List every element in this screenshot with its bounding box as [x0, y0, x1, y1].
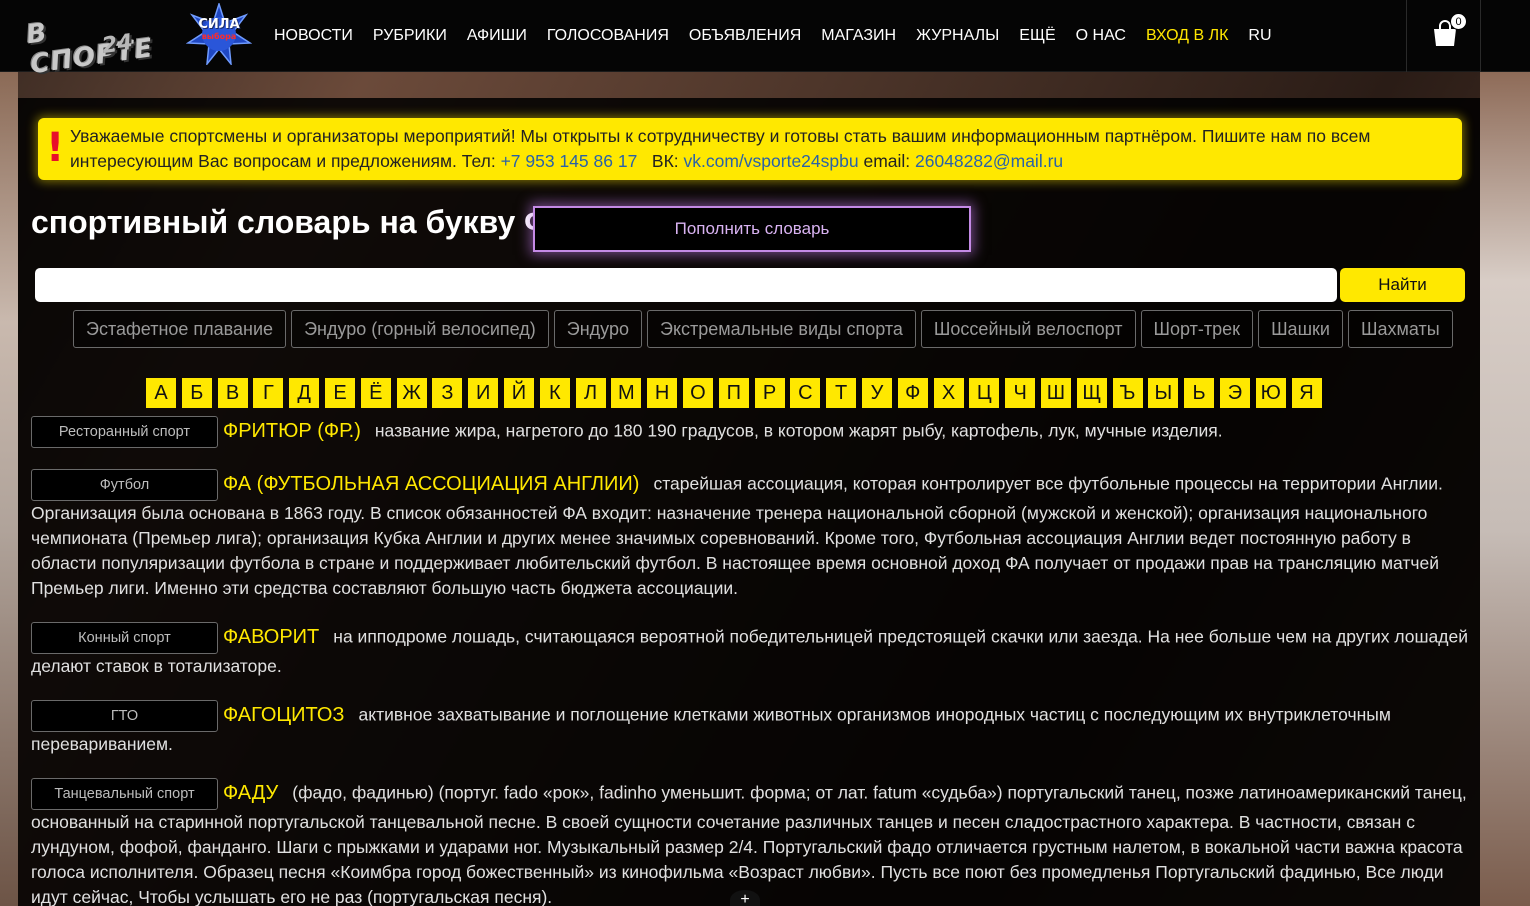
letter-button[interactable]: Я [1291, 378, 1322, 408]
letter-button[interactable]: Е [324, 378, 355, 408]
letter-button[interactable]: Р [754, 378, 785, 408]
add-to-dictionary-button[interactable]: Пополнить словарь [533, 206, 971, 252]
nav-item-magazines[interactable]: ЖУРНАЛЫ [916, 24, 999, 48]
background-right [1480, 72, 1530, 906]
tag-item[interactable]: Шорт-трек [1140, 310, 1254, 348]
cart-count-badge: 0 [1450, 13, 1467, 30]
category-button[interactable]: Ресторанный спорт [31, 416, 218, 448]
divider [1480, 0, 1481, 72]
letter-button[interactable]: О [682, 378, 713, 408]
letter-button[interactable]: Ь [1184, 378, 1215, 408]
letter-button[interactable]: А [146, 378, 176, 408]
letter-button[interactable]: Д [289, 378, 320, 408]
tag-item[interactable]: Эндуро (горный велосипед) [291, 310, 549, 348]
letter-button[interactable]: Щ [1076, 378, 1107, 408]
letter-button[interactable]: Т [826, 378, 857, 408]
tag-item[interactable]: Шашки [1258, 310, 1343, 348]
nav-item-votes[interactable]: ГОЛОСОВАНИЯ [547, 24, 669, 48]
tag-item[interactable]: Эндуро [553, 310, 642, 348]
search-input[interactable] [35, 268, 1337, 302]
sport-tags: Эстафетное плавание Эндуро (горный велос… [73, 310, 1458, 350]
letter-button[interactable]: С [790, 378, 821, 408]
exclamation-icon: ! [46, 125, 65, 171]
letter-button[interactable]: Ж [396, 378, 427, 408]
email-label: email: [858, 151, 915, 171]
letter-button[interactable]: Ц [969, 378, 1000, 408]
tag-item[interactable]: Шахматы [1347, 310, 1453, 348]
letter-button[interactable]: М [611, 378, 642, 408]
letter-button[interactable]: Н [647, 378, 678, 408]
category-button[interactable]: Танцевальный спорт [31, 778, 218, 810]
phone-link[interactable]: +7 953 145 86 17 [501, 151, 638, 171]
category-button[interactable]: ГТО [31, 700, 218, 732]
language-switch[interactable]: RU [1248, 24, 1271, 48]
dictionary-panel: ! Уважаемые спортсмены и организаторы ме… [18, 98, 1480, 906]
badge-title: СИЛА [198, 17, 240, 32]
dictionary-entry: Футбол ФА (ФУТБОЛЬНАЯ АССОЦИАЦИЯ АНГЛИИ) с… [31, 469, 1471, 601]
nav-item-about[interactable]: О НАС [1076, 24, 1126, 48]
letter-button[interactable]: Й [503, 378, 534, 408]
page-title: спортивный словарь на букву Ф [31, 204, 552, 240]
logo-number: 24 [100, 29, 135, 60]
partnership-notice: ! Уважаемые спортсмены и организаторы ме… [38, 118, 1462, 180]
letter-button[interactable]: Л [575, 378, 606, 408]
nav-item-shop[interactable]: МАГАЗИН [821, 24, 896, 48]
search-button[interactable]: Найти [1340, 268, 1465, 302]
divider [1406, 0, 1407, 72]
badge-subtitle: выбора [201, 32, 237, 41]
letter-button[interactable]: У [861, 378, 892, 408]
entry-term[interactable]: ФРИТЮР (ФР.) [223, 419, 361, 444]
letter-button[interactable]: Х [933, 378, 964, 408]
entry-term[interactable]: ФА (ФУТБОЛЬНАЯ АССОЦИАЦИЯ АНГЛИИ) [223, 472, 639, 497]
letter-button[interactable]: Ш [1040, 378, 1071, 408]
alphabet-filter: А Б В Г Д Е Ё Ж З И Й К Л М Н О П Р С Т … [146, 378, 1327, 408]
entry-term[interactable]: ФАДУ [223, 781, 278, 806]
letter-button[interactable]: В [217, 378, 248, 408]
nav-item-more[interactable]: ЕЩЁ [1019, 24, 1055, 48]
letter-button[interactable]: Э [1219, 378, 1250, 408]
sila-vybora-badge[interactable]: СИЛА выбора [186, 3, 252, 65]
letter-button[interactable]: П [718, 378, 749, 408]
dictionary-entry: Конный спорт ФАВОРИТ на ипподроме лошадь, … [31, 622, 1471, 679]
letter-button[interactable]: Ъ [1112, 378, 1143, 408]
vk-label: ВК: [637, 151, 684, 171]
tag-item[interactable]: Экстремальные виды спорта [647, 310, 916, 348]
nav-item-posters[interactable]: АФИШИ [467, 24, 527, 48]
letter-button[interactable]: Ё [360, 378, 391, 408]
email-link[interactable]: 26048282@mail.ru [915, 151, 1063, 171]
tag-item[interactable]: Эстафетное плавание [73, 310, 287, 348]
login-link[interactable]: ВХОД В ЛК [1146, 24, 1228, 48]
tag-item[interactable]: Шоссейный велоспорт [920, 310, 1136, 348]
nav-item-ads[interactable]: ОБЪЯВЛЕНИЯ [689, 24, 801, 48]
dictionary-entries: Ресторанный спорт ФРИТЮР (ФР.) название жи… [31, 416, 1471, 906]
entry-term[interactable]: ФАГОЦИТОЗ [223, 703, 345, 728]
entry-definition: название жира, нагретого до 180 190 град… [374, 420, 1223, 441]
nav-item-news[interactable]: НОВОСТИ [274, 24, 353, 48]
background-left [0, 72, 18, 906]
top-navigation-bar: В СПОРТЕ 24 СИЛА выбора НОВОСТИ РУБРИКИ … [0, 0, 1530, 80]
vk-link[interactable]: vk.com/vsporte24spbu [684, 151, 859, 171]
category-button[interactable]: Футбол [31, 469, 218, 501]
letter-button[interactable]: Г [253, 378, 284, 408]
site-logo[interactable]: В СПОРТЕ 24 [25, 6, 178, 80]
letter-button[interactable]: Б [181, 378, 212, 408]
category-button[interactable]: Конный спорт [31, 622, 218, 654]
dictionary-entry: ГТО ФАГОЦИТОЗ активное захватывание и погл… [31, 700, 1471, 757]
entry-term[interactable]: ФАВОРИТ [223, 625, 319, 650]
letter-button[interactable]: З [432, 378, 463, 408]
letter-button[interactable]: Ы [1148, 378, 1179, 408]
letter-button[interactable]: Ю [1255, 378, 1286, 408]
letter-button[interactable]: К [539, 378, 570, 408]
main-menu: НОВОСТИ РУБРИКИ АФИШИ ГОЛОСОВАНИЯ ОБЪЯВЛ… [274, 24, 1272, 48]
letter-button[interactable]: И [468, 378, 499, 408]
letter-button[interactable]: Ч [1005, 378, 1036, 408]
notice-text: Уважаемые спортсмены и организаторы меро… [70, 124, 1450, 174]
letter-button[interactable]: Ф [897, 378, 928, 408]
nav-item-rubrics[interactable]: РУБРИКИ [373, 24, 447, 48]
dictionary-entry: Ресторанный спорт ФРИТЮР (ФР.) название жи… [31, 416, 1471, 448]
plus-icon[interactable]: + [730, 890, 760, 906]
dictionary-entry: Танцевальный спорт ФАДУ (фадо, фадинью) (п… [31, 778, 1471, 906]
